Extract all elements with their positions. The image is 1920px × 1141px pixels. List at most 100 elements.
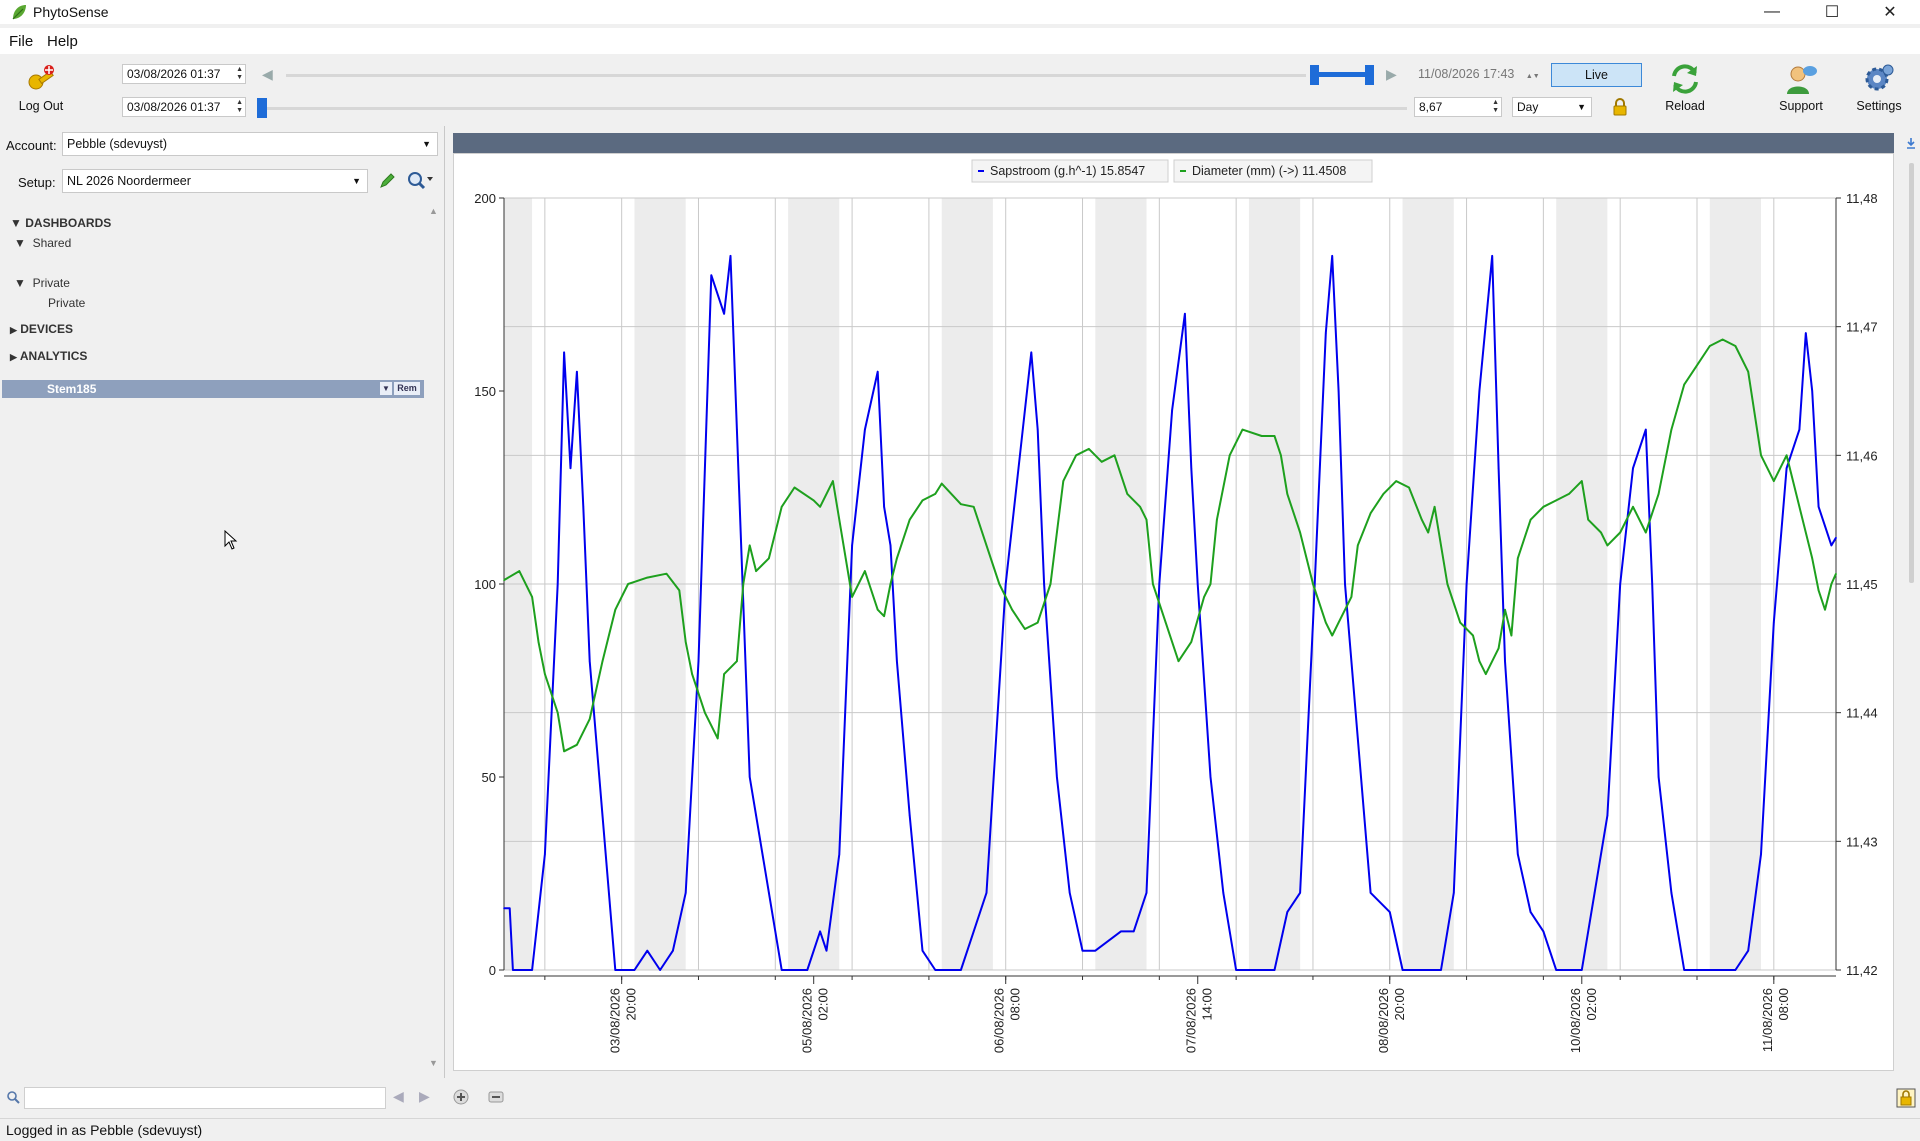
- diameter-point: [563, 750, 565, 753]
- sapstroom-line: [504, 254, 1837, 971]
- sapstroom-point: [748, 776, 751, 778]
- sapstroom-point: [1286, 911, 1289, 913]
- close-icon[interactable]: ✕: [1862, 0, 1918, 24]
- sapstroom-point: [864, 428, 866, 431]
- tree-analytics[interactable]: ▶ ANALYTICS: [10, 349, 87, 363]
- sapstroom-point: [1805, 332, 1807, 334]
- sidebar-scrollbar[interactable]: ▲ ▼: [425, 204, 443, 1074]
- time-scroll-handle[interactable]: [257, 98, 267, 118]
- maximize-icon[interactable]: ☐: [1804, 0, 1860, 24]
- tree-private-group[interactable]: ▼ Private: [14, 276, 70, 290]
- menu-help[interactable]: Help: [47, 33, 78, 50]
- sapstroom-point: [1196, 583, 1199, 585]
- span-unit-value: Day: [1517, 100, 1539, 114]
- diameter-line: [503, 338, 1837, 753]
- diameter-point: [1568, 493, 1570, 495]
- next-arrow-icon[interactable]: ▶: [419, 1088, 430, 1105]
- lock-icon[interactable]: [1612, 98, 1628, 116]
- spin-arrows-icon[interactable]: ▲▼: [1492, 99, 1499, 115]
- scroll-up-icon[interactable]: ▲: [429, 206, 438, 216]
- account-select[interactable]: Pebble (sdevuyst) ▼: [62, 132, 438, 156]
- range-slider-left-handle[interactable]: [1310, 65, 1319, 85]
- lock-icon[interactable]: [1896, 1088, 1916, 1108]
- start-date-input[interactable]: 03/08/2026 01:37 ▲ ▼: [122, 64, 246, 84]
- spin-arrows-icon[interactable]: ▲▼: [236, 99, 243, 115]
- tree-devices[interactable]: ▶ DEVICES: [10, 322, 73, 336]
- sap-flow-diameter-chart[interactable]: 11,42 11,43 11,44 11,45 11,46 11,47 11,48 0 50 10…: [454, 154, 1893, 1070]
- settings-button[interactable]: Settings: [1844, 62, 1914, 122]
- right-scroll-strip[interactable]: [1903, 133, 1920, 1073]
- toolbar: Log Out 03/08/2026 01:37 ▲ ▼ 03/08/2026 0…: [0, 54, 1920, 124]
- sapstroom-point: [588, 660, 591, 662]
- zoom-out-icon[interactable]: [488, 1089, 504, 1105]
- diameter-point: [1056, 531, 1058, 534]
- minimize-icon[interactable]: —: [1744, 0, 1800, 24]
- sapstroom-point: [633, 969, 636, 971]
- step-forward-icon[interactable]: ▶: [1386, 66, 1397, 83]
- right-scroll-thumb[interactable]: [1909, 163, 1914, 583]
- diameter-point: [1331, 634, 1333, 637]
- end-date-input[interactable]: 11/08/2026 17:43 ▲▼: [1418, 67, 1540, 81]
- zoom-in-icon[interactable]: [453, 1089, 469, 1105]
- time-scroll-track[interactable]: [263, 107, 1407, 110]
- sapstroom-point: [1835, 536, 1837, 539]
- spin-arrows-icon[interactable]: ▲▼: [236, 66, 243, 82]
- sapstroom-point: [780, 969, 783, 971]
- range-slider-selection[interactable]: [1319, 72, 1365, 77]
- sapstroom-point: [908, 814, 911, 817]
- reload-button[interactable]: Reload: [1650, 62, 1720, 122]
- diameter-point: [1478, 660, 1481, 662]
- logout-button[interactable]: Log Out: [6, 62, 76, 122]
- diameter-point: [768, 557, 770, 560]
- search-icon[interactable]: [406, 170, 436, 190]
- menu-file[interactable]: File: [9, 33, 33, 50]
- range-start-input[interactable]: 03/08/2026 01:37 ▲ ▼: [122, 97, 246, 117]
- tree-dashboards[interactable]: ▼ DASHBOARDS: [10, 216, 111, 230]
- diameter-point: [1459, 621, 1461, 624]
- range-start-value: 03/08/2026 01:37: [127, 100, 221, 114]
- search-icon: [7, 1091, 20, 1104]
- diameter-point: [1286, 493, 1289, 495]
- y-right-tick-label: 11,47: [1846, 320, 1878, 335]
- setup-select[interactable]: NL 2026 Noordermeer ▼: [62, 169, 368, 193]
- diameter-point: [1811, 557, 1813, 560]
- diameter-point: [960, 503, 962, 506]
- tree-item-private[interactable]: Private: [48, 296, 85, 310]
- key-icon: [28, 65, 54, 90]
- span-value-input[interactable]: 8,67 ▲ ▼: [1414, 97, 1502, 117]
- prev-arrow-icon[interactable]: ◀: [393, 1088, 404, 1105]
- live-button[interactable]: Live: [1551, 63, 1642, 87]
- spin-arrows-icon[interactable]: ▲▼: [1526, 73, 1540, 80]
- diameter-point: [940, 482, 943, 485]
- sapstroom-point: [1785, 467, 1788, 470]
- diameter-point: [755, 570, 757, 572]
- diameter-point: [1190, 641, 1193, 643]
- diameter-point: [1408, 486, 1410, 489]
- support-button[interactable]: Support: [1766, 62, 1836, 122]
- diameter-point: [503, 579, 505, 581]
- diameter-point: [716, 737, 719, 740]
- tree-search-input[interactable]: [24, 1087, 386, 1109]
- range-slider-right-handle[interactable]: [1365, 65, 1374, 85]
- diameter-point: [748, 544, 751, 547]
- edit-pencil-icon[interactable]: [378, 172, 396, 190]
- x-tick-label-time: 02:00: [816, 988, 831, 1021]
- sapstroom-point: [1190, 467, 1193, 470]
- scroll-down-icon[interactable]: ▼: [429, 1058, 438, 1068]
- diameter-point: [998, 583, 1001, 585]
- x-tick-label-time: 08:00: [1776, 988, 1791, 1021]
- app-title: PhytoSense: [33, 4, 109, 20]
- tree-item-stem185[interactable]: Stem185 ▼ Rem: [2, 380, 424, 398]
- chevron-down-icon[interactable]: ▼: [380, 382, 392, 395]
- step-back-icon[interactable]: ◀: [262, 66, 273, 83]
- sapstroom-point: [1120, 930, 1122, 933]
- span-unit-select[interactable]: Day ▼: [1512, 97, 1592, 117]
- tree-shared[interactable]: ▼ Shared: [14, 236, 71, 250]
- remove-badge[interactable]: Rem: [394, 382, 420, 395]
- sapstroom-point: [876, 370, 879, 373]
- sapstroom-point: [1606, 814, 1609, 817]
- download-icon[interactable]: [1905, 137, 1917, 149]
- title-bar: PhytoSense — ☐ ✕: [0, 0, 1920, 24]
- range-slider-track[interactable]: [286, 74, 1306, 77]
- diameter-point: [1472, 634, 1474, 637]
